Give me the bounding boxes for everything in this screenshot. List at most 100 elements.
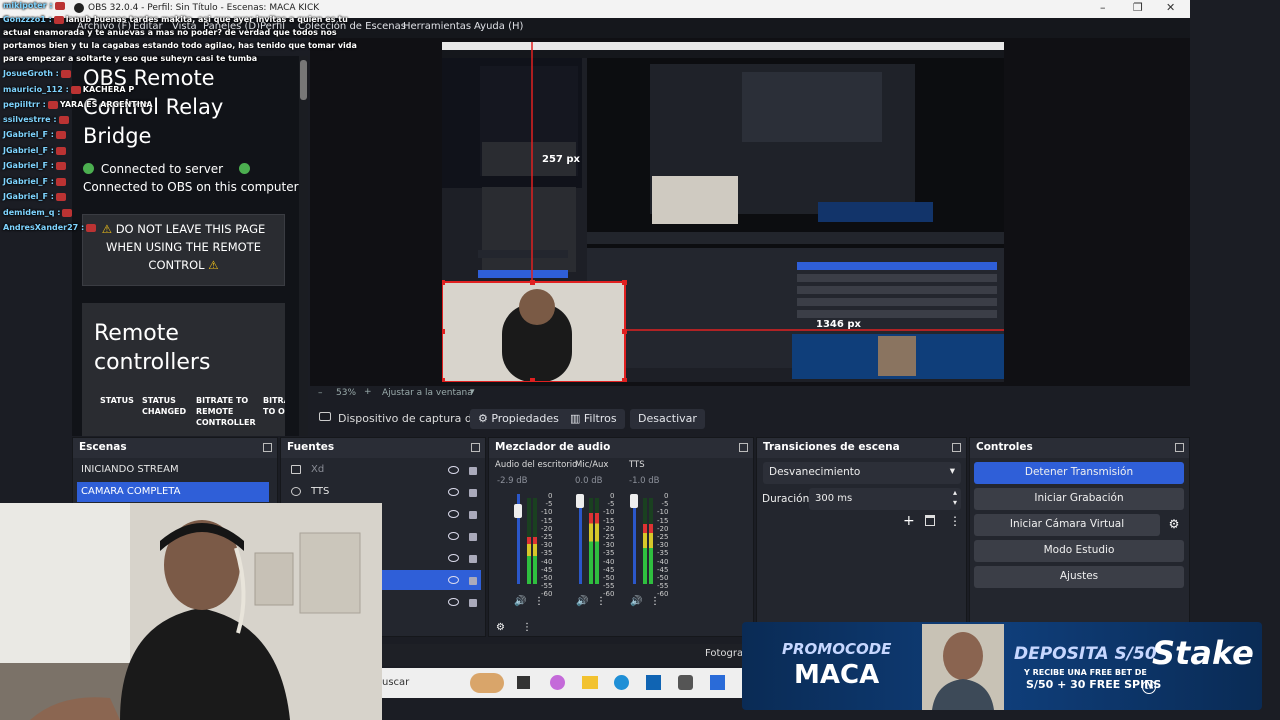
eye-icon[interactable] bbox=[448, 510, 459, 518]
start-recording-button[interactable]: Iniciar Grabación bbox=[974, 488, 1184, 510]
maximize-icon[interactable]: ❐ bbox=[1133, 1, 1143, 14]
advanced-audio-gear-icon[interactable]: ⚙ bbox=[496, 622, 505, 633]
more-icon[interactable]: ⋮ bbox=[650, 596, 660, 607]
duration-input[interactable]: 300 ms ▴ ▾ bbox=[809, 488, 961, 510]
col-bitrate-obs: BITRA TO O bbox=[263, 396, 285, 416]
minimize-icon[interactable]: – bbox=[1100, 1, 1106, 14]
promo-line2: MACA bbox=[794, 660, 880, 690]
taskbar-search[interactable]: uscar bbox=[382, 677, 409, 688]
popout-icon[interactable] bbox=[1175, 443, 1184, 452]
speaker-icon[interactable]: 🔊 bbox=[514, 596, 526, 607]
deactivate-button[interactable]: Desactivar bbox=[630, 409, 705, 429]
spin-up-icon[interactable]: ▴ bbox=[953, 488, 957, 497]
more-icon[interactable]: ⋮ bbox=[596, 596, 606, 607]
studio-mode-button[interactable]: Modo Estudio bbox=[974, 540, 1184, 562]
lock-icon[interactable] bbox=[469, 555, 477, 563]
source-item[interactable]: Xd bbox=[285, 460, 481, 480]
scroll-thumb[interactable] bbox=[300, 60, 307, 100]
controls-dock: Controles Detener Transmisión Iniciar Gr… bbox=[969, 437, 1190, 637]
db-scale-tick: -5 bbox=[661, 500, 669, 509]
source-item[interactable]: TTS bbox=[285, 482, 481, 502]
volume-slider-knob[interactable] bbox=[514, 504, 522, 518]
close-icon[interactable]: ✕ bbox=[1166, 1, 1175, 14]
chat-message: pepiiltrr : YARA ES ARGENTINA bbox=[3, 99, 153, 111]
overlay-window-strip: Fotograf bbox=[382, 644, 782, 666]
db-scale: 0 -5 -10 -15 -20 -25 -30 -35 -40 -45 -50 -55 -60 bbox=[657, 492, 668, 599]
eye-icon[interactable] bbox=[448, 532, 459, 540]
remote-scrollbar[interactable] bbox=[299, 56, 308, 436]
popout-icon[interactable] bbox=[739, 443, 748, 452]
chat-message: JGabriel_F : bbox=[3, 160, 68, 172]
zoom-in-icon[interactable]: + bbox=[364, 387, 372, 397]
obs-window: 257 px 1346 px OBS 32.0.4 - Perfil: Sin … bbox=[0, 0, 1280, 720]
badge-icon bbox=[55, 161, 66, 170]
properties-button[interactable]: ⚙ Propiedades bbox=[470, 409, 567, 429]
mixer-channel-db: 0.0 dB bbox=[575, 476, 603, 486]
chat-username: demidem_q : bbox=[3, 208, 61, 217]
more-icon[interactable]: ⋮ bbox=[522, 622, 532, 633]
more-icon[interactable]: ⋮ bbox=[949, 514, 961, 528]
task-view-icon[interactable] bbox=[517, 676, 530, 689]
taskbar: uscar bbox=[382, 668, 782, 698]
sources-title: Fuentes bbox=[287, 441, 335, 453]
lock-icon[interactable] bbox=[469, 533, 477, 541]
copilot-icon[interactable] bbox=[550, 675, 565, 690]
speaker-icon[interactable]: 🔊 bbox=[576, 596, 588, 607]
lock-icon[interactable] bbox=[469, 467, 477, 475]
widget-icon[interactable] bbox=[470, 673, 504, 693]
chat-username: mikipoter : bbox=[3, 1, 53, 10]
eye-icon[interactable] bbox=[448, 554, 459, 562]
chevron-down-icon: ▾ bbox=[949, 465, 955, 477]
properties-label: Propiedades bbox=[491, 412, 559, 425]
db-scale-tick: -50 bbox=[657, 574, 669, 583]
transitions-dock: Transiciones de escena Desvanecimiento ▾… bbox=[756, 437, 967, 637]
popout-icon[interactable] bbox=[952, 443, 961, 452]
start-virtual-camera-button[interactable]: Iniciar Cámara Virtual bbox=[974, 514, 1160, 536]
menu-ayuda[interactable]: Ayuda (H) bbox=[474, 21, 523, 32]
lock-icon[interactable] bbox=[469, 489, 477, 497]
speaker-icon[interactable]: 🔊 bbox=[630, 596, 642, 607]
eye-icon[interactable] bbox=[448, 576, 459, 584]
eye-icon[interactable] bbox=[448, 488, 459, 496]
menu-herramientas[interactable]: Herramientas bbox=[403, 21, 471, 32]
preview-canvas[interactable]: 257 px 1346 px bbox=[442, 42, 1004, 382]
more-icon[interactable]: ⋮ bbox=[534, 596, 544, 607]
app-icon[interactable] bbox=[710, 675, 725, 690]
add-transition-icon[interactable]: + bbox=[903, 513, 915, 529]
eye-hidden-icon[interactable] bbox=[448, 466, 459, 474]
popout-icon[interactable] bbox=[471, 443, 480, 452]
mixer-title: Mezclador de audio bbox=[495, 441, 611, 453]
trash-icon[interactable] bbox=[925, 515, 935, 526]
badge-icon bbox=[55, 177, 66, 186]
virtual-camera-gear-icon[interactable]: ⚙ bbox=[1164, 514, 1184, 536]
volume-slider-knob[interactable] bbox=[630, 494, 638, 508]
scene-item-selected[interactable]: CAMARA COMPLETA bbox=[77, 482, 269, 502]
promo-banner: PROMOCODE MACA DEPOSITA S/50 Y RECIBE UN… bbox=[742, 622, 1262, 710]
chevron-down-icon[interactable]: ▾ bbox=[470, 387, 475, 397]
source-toolbar: Dispositivo de captura de v ⚙ Propiedade… bbox=[310, 405, 1190, 433]
popout-icon[interactable] bbox=[263, 443, 272, 452]
audio-level-meter bbox=[533, 498, 537, 584]
eye-icon[interactable] bbox=[448, 598, 459, 606]
spin-down-icon[interactable]: ▾ bbox=[953, 498, 957, 507]
lock-icon[interactable] bbox=[469, 577, 477, 585]
scene-item[interactable]: INICIANDO STREAM bbox=[77, 460, 269, 480]
lock-icon[interactable] bbox=[469, 599, 477, 607]
folder-icon[interactable] bbox=[582, 676, 598, 689]
store-icon[interactable] bbox=[646, 675, 661, 690]
zoom-out-icon[interactable]: – bbox=[318, 388, 323, 398]
badge-icon bbox=[58, 115, 69, 124]
stop-streaming-button[interactable]: Detener Transmisión bbox=[974, 462, 1184, 484]
filters-button[interactable]: ▥ Filtros bbox=[562, 409, 625, 429]
app-icon[interactable] bbox=[678, 675, 693, 690]
volume-slider-knob[interactable] bbox=[576, 494, 584, 508]
lock-icon[interactable] bbox=[469, 511, 477, 519]
db-scale-tick: -40 bbox=[603, 557, 615, 566]
age-badge: 18 bbox=[1142, 680, 1156, 694]
fit-window-label[interactable]: Ajustar a la ventana bbox=[382, 388, 473, 398]
filter-icon: ▥ bbox=[570, 412, 584, 425]
edge-icon[interactable] bbox=[614, 675, 629, 690]
settings-button[interactable]: Ajustes bbox=[974, 566, 1184, 588]
chat-text: KACHERA P bbox=[82, 85, 135, 94]
transition-select[interactable]: Desvanecimiento ▾ bbox=[763, 462, 961, 484]
